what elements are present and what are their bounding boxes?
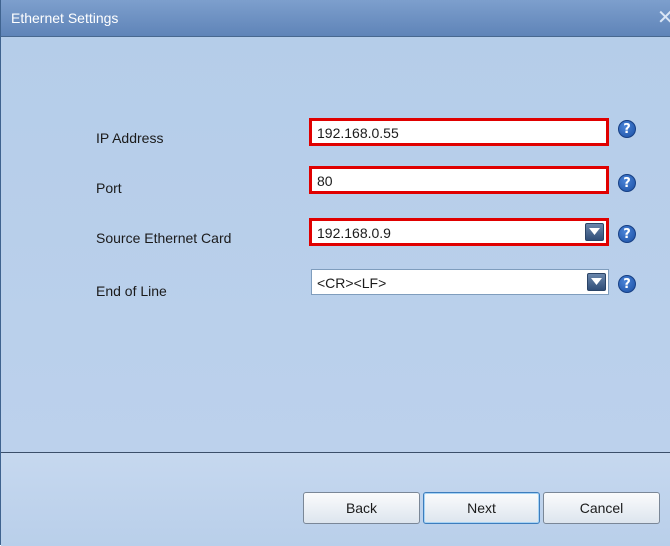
end-of-line-help-icon[interactable]: ? (618, 275, 636, 293)
end-of-line-dropdown-button[interactable] (587, 273, 606, 291)
source-ethernet-card-select[interactable]: 192.168.0.9 (309, 218, 609, 246)
end-of-line-value: <CR><LF> (317, 275, 387, 291)
ip-address-label: IP Address (96, 130, 164, 146)
form-area: IP Address ? Port ? Source Ethernet Card… (1, 37, 670, 452)
source-card-help-icon[interactable]: ? (618, 225, 636, 243)
port-label: Port (96, 180, 122, 196)
port-input[interactable] (317, 172, 578, 190)
ethernet-settings-dialog: Ethernet Settings ✕ IP Address ? Port ? … (0, 0, 670, 546)
source-card-dropdown-button[interactable] (585, 223, 604, 241)
source-ethernet-card-label: Source Ethernet Card (96, 230, 232, 246)
button-bar: Back Next Cancel (1, 452, 670, 546)
back-button[interactable]: Back (303, 492, 420, 524)
port-help-icon[interactable]: ? (618, 174, 636, 192)
dialog-title: Ethernet Settings (11, 10, 119, 26)
ip-address-input[interactable] (317, 124, 578, 142)
end-of-line-label: End of Line (96, 283, 167, 299)
port-field[interactable] (309, 166, 609, 194)
title-bar: Ethernet Settings ✕ (1, 0, 670, 37)
ip-address-field[interactable] (309, 118, 609, 146)
cancel-button[interactable]: Cancel (543, 492, 660, 524)
chevron-down-icon (589, 228, 600, 235)
end-of-line-select[interactable]: <CR><LF> (311, 269, 609, 295)
source-ethernet-card-value: 192.168.0.9 (317, 225, 391, 241)
chevron-down-icon (591, 278, 602, 285)
ip-address-help-icon[interactable]: ? (618, 120, 636, 138)
next-button[interactable]: Next (423, 492, 540, 524)
close-icon[interactable]: ✕ (657, 6, 670, 28)
